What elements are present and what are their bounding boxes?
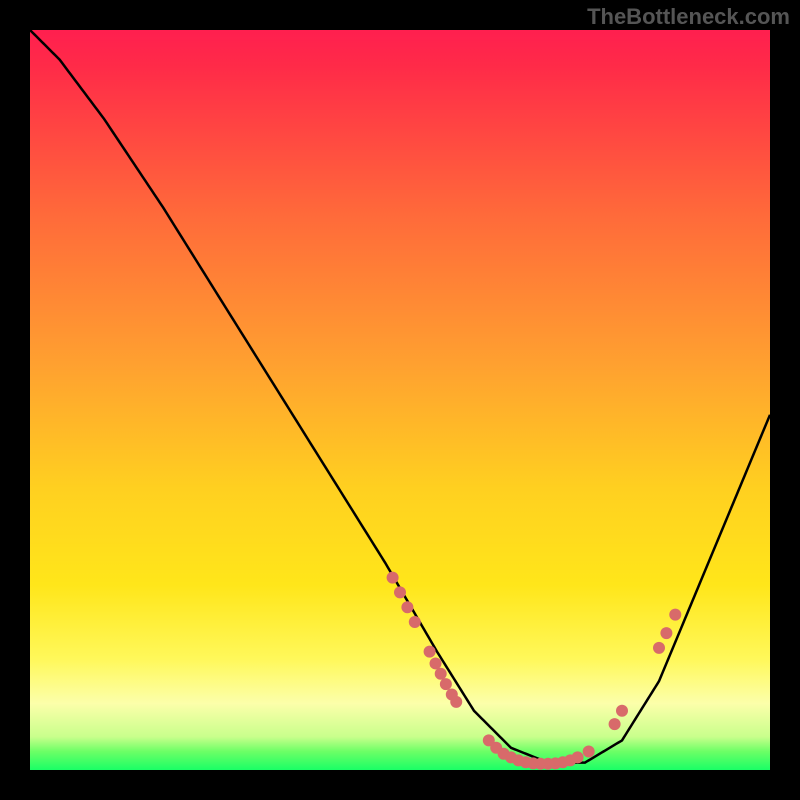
chart-svg	[30, 30, 770, 770]
marker-point	[450, 696, 462, 708]
marker-point	[401, 601, 413, 613]
chart-container: TheBottleneck.com	[0, 0, 800, 800]
plot-frame	[30, 30, 770, 770]
marker-point	[387, 572, 399, 584]
marker-point	[616, 705, 628, 717]
marker-point	[430, 657, 442, 669]
marker-point	[583, 746, 595, 758]
marker-point	[424, 646, 436, 658]
marker-point	[653, 642, 665, 654]
watermark-text: TheBottleneck.com	[587, 4, 790, 30]
marker-point	[409, 616, 421, 628]
marker-point	[572, 751, 584, 763]
gradient-background	[30, 30, 770, 770]
marker-point	[669, 609, 681, 621]
marker-point	[660, 627, 672, 639]
marker-point	[609, 718, 621, 730]
marker-point	[394, 586, 406, 598]
marker-point	[435, 668, 447, 680]
marker-point	[440, 678, 452, 690]
